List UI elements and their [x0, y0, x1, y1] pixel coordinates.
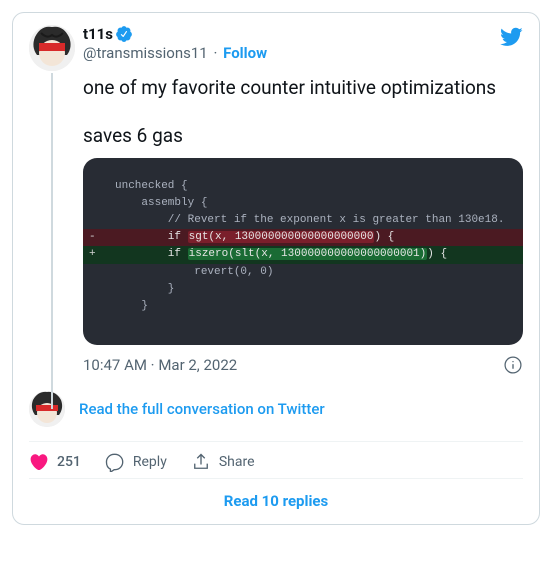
replies-row: Read 10 replies — [29, 478, 523, 520]
code-diff[interactable]: unchecked { assembly { // Revert if the … — [83, 158, 523, 344]
thread-line — [51, 73, 53, 409]
timestamp-row: 10:47 AM · Mar 2, 2022 — [83, 355, 523, 375]
verified-badge-icon — [115, 25, 133, 43]
tweet-card: t11s @transmissions11 · Follow one of my… — [12, 12, 540, 525]
display-name[interactable]: t11s — [83, 25, 113, 44]
reply-label: Reply — [133, 454, 167, 470]
handle[interactable]: @transmissions11 — [83, 44, 208, 62]
actions-row: 251 Reply Share — [29, 442, 523, 478]
info-icon[interactable] — [503, 355, 523, 375]
like-button[interactable]: 251 — [29, 452, 81, 472]
avatar[interactable] — [29, 25, 75, 71]
tweet-header: t11s @transmissions11 · Follow — [29, 25, 523, 71]
code-line: unchecked { — [83, 178, 523, 195]
avatar-small[interactable] — [29, 391, 65, 427]
code-line: // Revert if the exponent x is greater t… — [83, 212, 523, 229]
code-line-added: + if iszero(slt(x, 130000000000000000001… — [83, 246, 523, 263]
reply-button[interactable]: Reply — [105, 452, 167, 472]
code-line: } — [83, 298, 523, 315]
tweet-text: one of my favorite counter intuitive opt… — [83, 75, 523, 148]
like-count: 251 — [57, 454, 81, 470]
conversation-row: Read the full conversation on Twitter — [29, 387, 523, 442]
tweet-line-2: saves 6 gas — [83, 123, 523, 149]
code-line: } — [83, 281, 523, 298]
separator-dot: · — [213, 44, 217, 62]
conversation-link[interactable]: Read the full conversation on Twitter — [79, 400, 325, 418]
code-line: assembly { — [83, 195, 523, 212]
follow-link[interactable]: Follow — [223, 44, 267, 62]
timestamp[interactable]: 10:47 AM · Mar 2, 2022 — [83, 356, 237, 374]
author-block: t11s @transmissions11 · Follow — [83, 25, 267, 63]
share-button[interactable]: Share — [191, 452, 255, 472]
code-line-deleted: - if sgt(x, 130000000000000000000) { — [83, 229, 523, 246]
share-label: Share — [219, 454, 255, 470]
twitter-logo-icon[interactable] — [499, 25, 523, 49]
tweet-line-1: one of my favorite counter intuitive opt… — [83, 75, 523, 101]
read-replies-link[interactable]: Read 10 replies — [224, 492, 329, 510]
code-line: revert(0, 0) — [83, 264, 523, 281]
